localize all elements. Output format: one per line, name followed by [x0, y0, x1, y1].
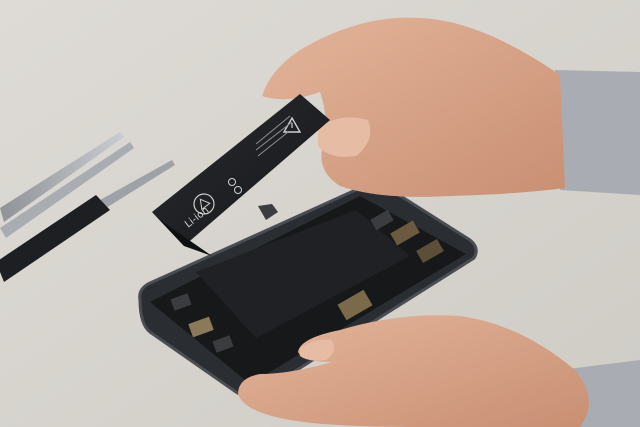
- battery-replacement-scene: Li-ion: [0, 0, 640, 427]
